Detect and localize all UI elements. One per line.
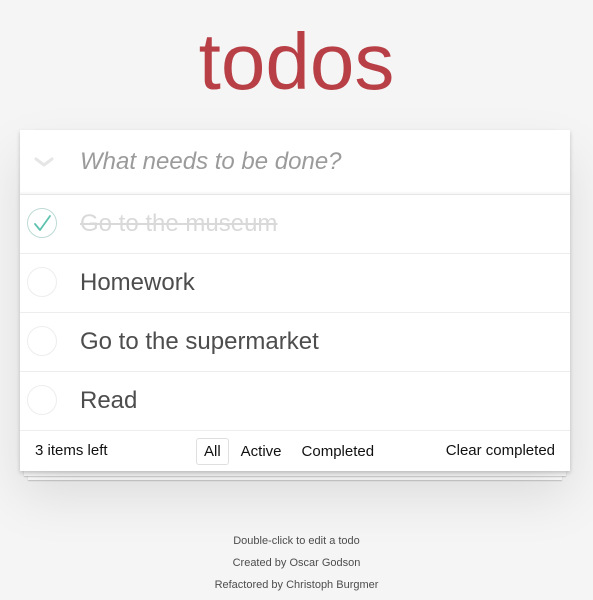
checkmark-icon (34, 215, 51, 231)
todo-item[interactable]: Go to the museum (20, 195, 570, 254)
info-footer: Double-click to edit a todo Created by O… (0, 534, 593, 600)
todo-footer: 3 items left All Active Completed Clear … (20, 431, 570, 471)
todo-item[interactable]: Homework (20, 254, 570, 313)
clear-completed-button[interactable]: Clear completed (446, 431, 555, 471)
info-edit-hint: Double-click to edit a todo (233, 535, 360, 547)
filter-tabs: All Active Completed (196, 438, 382, 465)
chevron-down-icon (34, 157, 54, 167)
toggle-all-button[interactable] (30, 148, 58, 176)
new-todo-input[interactable] (80, 130, 550, 194)
filter-completed[interactable]: Completed (294, 438, 383, 465)
todo-label[interactable]: Go to the supermarket (80, 313, 319, 371)
todo-checkbox[interactable] (27, 326, 57, 356)
todo-checkbox[interactable] (27, 385, 57, 415)
filter-active[interactable]: Active (233, 438, 290, 465)
todo-item[interactable]: Read (20, 372, 570, 431)
todo-label[interactable]: Homework (80, 254, 195, 312)
todo-item[interactable]: Go to the supermarket (20, 313, 570, 372)
app-title: todos (198, 17, 395, 106)
todo-header (20, 130, 570, 195)
items-left-count: 3 items left (35, 442, 108, 459)
todo-label[interactable]: Read (80, 372, 137, 430)
todo-checkbox-checked[interactable] (27, 208, 57, 238)
info-refactored-by: Refactored by Christoph Burgmer (214, 579, 379, 591)
info-created-by: Created by Oscar Godson (232, 557, 361, 569)
filter-all[interactable]: All (196, 438, 229, 465)
todo-label[interactable]: Go to the museum (80, 195, 277, 253)
todo-checkbox[interactable] (27, 267, 57, 297)
todo-list: Go to the museum Homework Go to the supe… (20, 195, 570, 431)
todo-app: Go to the museum Homework Go to the supe… (20, 130, 570, 480)
